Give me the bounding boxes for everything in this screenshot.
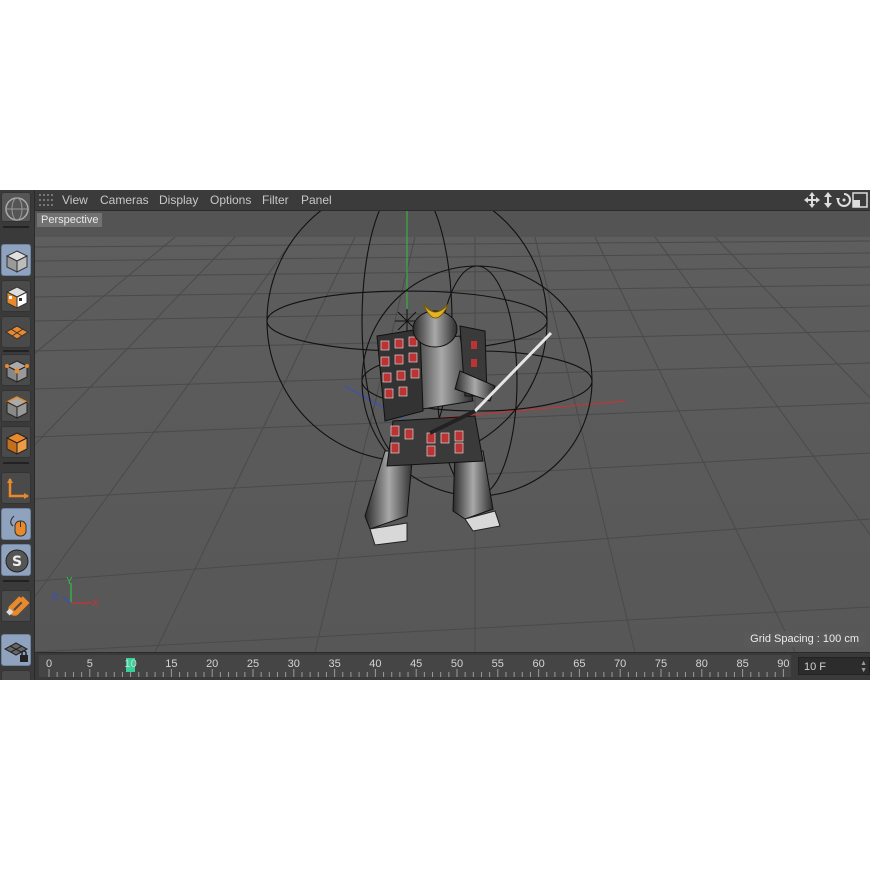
menu-options[interactable]: Options	[210, 193, 251, 207]
points-mode-icon[interactable]	[1, 354, 31, 386]
cube-icon[interactable]	[1, 244, 31, 276]
menu-cameras[interactable]: Cameras	[100, 193, 149, 207]
app-logo-icon[interactable]	[1, 192, 31, 222]
magnet-icon[interactable]	[1, 590, 31, 622]
timeline-tick-label: 80	[695, 658, 708, 670]
timeline-tick-label: 60	[532, 658, 545, 670]
current-frame-field[interactable]: 10 F ▲ ▼	[798, 657, 870, 675]
texture-grid-icon[interactable]	[1, 316, 31, 348]
axis-label-x: X	[92, 598, 99, 609]
toggle-view-layout-icon[interactable]	[852, 192, 868, 208]
extra-tool-icon[interactable]	[1, 670, 31, 680]
menu-display[interactable]: Display	[159, 193, 198, 207]
grid-spacing-label: Grid Spacing : 100 cm	[744, 631, 865, 647]
panel-grip-icon[interactable]	[39, 194, 53, 206]
locked-grid-icon[interactable]	[1, 634, 31, 666]
perspective-viewport[interactable]: Y X Z Perspective Grid Spacing : 100 cm	[35, 211, 870, 652]
timeline-tick-label: 70	[614, 658, 627, 670]
timeline-tick-label: 20	[206, 658, 219, 670]
axis-icon[interactable]	[1, 472, 31, 504]
timeline-tick-label: 55	[491, 658, 504, 670]
scene-canvas[interactable]: Y X Z	[35, 211, 870, 652]
view-name-label: Perspective	[37, 213, 103, 227]
viewport-menu-bar: View Cameras Display Options Filter Pane…	[35, 190, 870, 211]
menu-view[interactable]: View	[62, 193, 88, 207]
timeline-tick-label: 40	[369, 658, 382, 670]
timeline-tick-label: 90	[777, 658, 790, 670]
checker-cube-icon[interactable]	[1, 280, 31, 312]
timeline-tick-label: 5	[86, 658, 93, 670]
mouse-icon[interactable]	[1, 508, 31, 540]
timeline: 0 5 10 15 20 25 30 35 40 45 50 55 60 65 70 75 80 85 90 10 …	[35, 652, 870, 680]
zoom-view-icon[interactable]	[820, 192, 836, 208]
axis-label-y: Y	[66, 576, 73, 587]
cinema4d-window: S View Cameras Display Options Filter Pa…	[0, 190, 870, 680]
snap-s-icon[interactable]: S	[1, 544, 31, 576]
menu-panel[interactable]: Panel	[301, 193, 332, 207]
move-view-icon[interactable]	[804, 192, 820, 208]
polygons-mode-icon[interactable]	[1, 426, 31, 458]
timeline-ruler[interactable]: 0 5 10 15 20 25 30 35 40 45 50 55 60 65 70 75 80 85 90	[39, 655, 791, 677]
svg-text:S: S	[12, 554, 22, 570]
timeline-tick-label: 10	[124, 658, 137, 670]
timeline-tick-label: 25	[246, 658, 260, 670]
timeline-tick-label: 65	[573, 658, 586, 670]
frame-stepper-icon[interactable]: ▲ ▼	[860, 660, 867, 674]
timeline-tick-label: 45	[410, 658, 423, 670]
current-frame-value: 10 F	[804, 661, 827, 673]
menu-filter[interactable]: Filter	[262, 193, 289, 207]
timeline-tick-label: 75	[654, 658, 668, 670]
timeline-tick-label: 0	[45, 658, 53, 670]
rotate-view-icon[interactable]	[836, 192, 852, 208]
timeline-tick-label: 35	[328, 658, 341, 670]
timeline-tick-label: 15	[165, 658, 178, 670]
left-toolbar: S	[0, 190, 35, 680]
timeline-tick-label: 50	[450, 658, 464, 670]
timeline-tick-label: 30	[287, 658, 300, 670]
edges-mode-icon[interactable]	[1, 390, 31, 422]
timeline-tick-label: 85	[736, 658, 749, 670]
axis-label-z: Z	[52, 592, 58, 603]
